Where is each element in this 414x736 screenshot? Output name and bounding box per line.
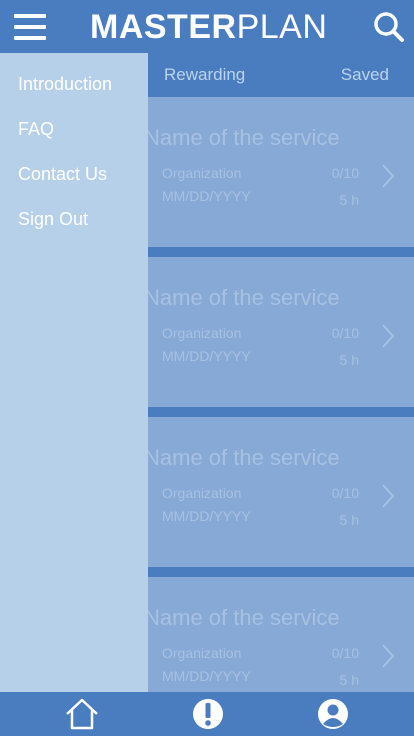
service-card[interactable]: Name of the service Organization MM/DD/Y…: [148, 257, 414, 407]
service-date: MM/DD/YYYY: [162, 508, 251, 524]
hamburger-bar: [14, 14, 46, 18]
service-card[interactable]: Name of the service Organization MM/DD/Y…: [148, 417, 414, 567]
profile-icon[interactable]: [316, 698, 350, 730]
service-date: MM/DD/YYYY: [162, 188, 251, 204]
hamburger-menu-icon[interactable]: [14, 14, 46, 40]
service-score: 0/10: [331, 325, 359, 341]
hamburger-bar: [14, 25, 46, 29]
service-list: Name of the service Organization MM/DD/Y…: [148, 97, 414, 692]
service-organization: Organization: [162, 165, 242, 181]
alert-icon[interactable]: [191, 698, 225, 730]
tab-saved[interactable]: Saved: [341, 65, 389, 85]
bottom-nav: [0, 692, 414, 736]
service-hours: 5 h: [339, 512, 359, 528]
service-card[interactable]: Name of the service Organization MM/DD/Y…: [148, 577, 414, 692]
service-hours: 5 h: [339, 352, 359, 368]
search-icon[interactable]: [372, 10, 406, 44]
logo-bold-text: MASTER: [90, 8, 237, 46]
service-score: 0/10: [331, 485, 359, 501]
chevron-right-icon[interactable]: [380, 323, 396, 349]
logo-light-text: PLAN: [236, 8, 328, 46]
service-title: Name of the service: [148, 285, 340, 310]
tab-bar: Rewarding Saved: [148, 53, 414, 97]
hamburger-bar: [14, 36, 46, 40]
chevron-right-icon[interactable]: [380, 163, 396, 189]
service-date: MM/DD/YYYY: [162, 348, 251, 364]
service-hours: 5 h: [339, 192, 359, 208]
chevron-right-icon[interactable]: [380, 643, 396, 669]
service-title: Name of the service: [148, 125, 340, 150]
side-drawer: Introduction FAQ Contact Us Sign Out: [0, 53, 148, 692]
service-score: 0/10: [331, 165, 359, 181]
service-organization: Organization: [162, 645, 242, 661]
service-title: Name of the service: [148, 445, 340, 470]
service-title: Name of the service: [148, 605, 340, 630]
tab-rewarding[interactable]: Rewarding: [164, 65, 245, 85]
service-card[interactable]: Name of the service Organization MM/DD/Y…: [148, 97, 414, 247]
service-organization: Organization: [162, 485, 242, 501]
service-date: MM/DD/YYYY: [162, 668, 251, 684]
menu-item-faq[interactable]: FAQ: [18, 119, 54, 140]
menu-item-sign-out[interactable]: Sign Out: [18, 209, 88, 230]
menu-item-contact-us[interactable]: Contact Us: [18, 164, 107, 185]
chevron-right-icon[interactable]: [380, 483, 396, 509]
app-logo: MASTERPLAN: [90, 8, 327, 46]
service-organization: Organization: [162, 325, 242, 341]
service-score: 0/10: [331, 645, 359, 661]
app-header: MASTERPLAN: [0, 0, 414, 53]
menu-item-introduction[interactable]: Introduction: [18, 74, 112, 95]
home-icon[interactable]: [65, 698, 99, 730]
service-hours: 5 h: [339, 672, 359, 688]
